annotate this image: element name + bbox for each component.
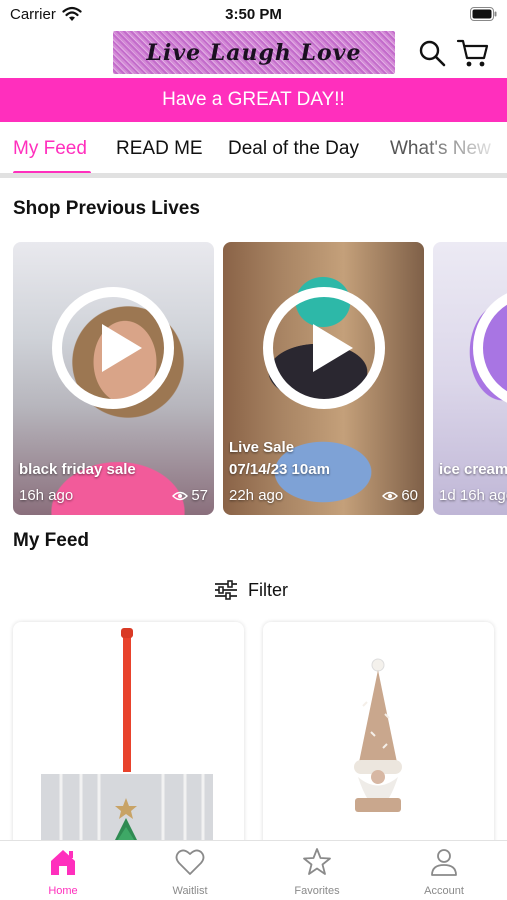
- product-card[interactable]: [13, 622, 244, 852]
- view-count: 60: [382, 487, 418, 504]
- section-title-my-feed: My Feed: [13, 530, 90, 551]
- live-title-line-2: 07/14/23 10am: [229, 461, 330, 478]
- tab-my-feed[interactable]: My Feed: [13, 138, 87, 160]
- filter-label: Filter: [248, 579, 288, 600]
- live-time-ago: 1d 16h ago: [439, 487, 507, 504]
- play-icon: [102, 324, 142, 372]
- nav-account[interactable]: Account: [381, 841, 507, 900]
- live-time-ago: 22h ago: [229, 487, 284, 504]
- product-image-gnome: [354, 658, 402, 812]
- nav-label: Account: [424, 885, 464, 897]
- tab-deal-of-the-day[interactable]: Deal of the Day: [228, 138, 359, 160]
- active-tab-indicator: [13, 171, 91, 173]
- view-count: 57: [172, 487, 208, 504]
- play-button[interactable]: [52, 287, 174, 409]
- view-count-value: 57: [191, 487, 208, 504]
- status-bar: Carrier 3:50 PM: [0, 0, 507, 28]
- filter-button[interactable]: Filter: [214, 577, 288, 603]
- store-logo[interactable]: Live Laugh Love: [113, 31, 395, 74]
- tabs-fade: [417, 122, 507, 172]
- nav-label: Favorites: [294, 885, 340, 897]
- bottom-tab-bar: Home Waitlist Favorites Account: [0, 840, 507, 900]
- live-video-card[interactable]: Live Sale 07/14/23 10am 22h ago 60: [223, 242, 424, 515]
- nav-favorites[interactable]: Favorites: [254, 841, 380, 900]
- eye-icon: [382, 491, 399, 500]
- play-icon: [313, 324, 353, 372]
- sliders-icon: [215, 580, 237, 600]
- heart-icon: [175, 849, 205, 875]
- nav-label: Home: [48, 885, 78, 897]
- clock: 3:50 PM: [225, 6, 282, 23]
- previous-lives-carousel[interactable]: black friday sale 16h ago 57 Live Sale 0…: [0, 242, 507, 516]
- product-image-ornament: [41, 628, 213, 852]
- search-icon[interactable]: [417, 38, 447, 68]
- eye-icon: [172, 491, 189, 500]
- logo-text: Live Laugh Love: [146, 39, 362, 66]
- star-icon: [303, 848, 331, 875]
- category-tabs: My Feed READ ME Deal of the Day What's N…: [0, 122, 507, 178]
- battery-icon: [470, 7, 497, 21]
- cart-icon[interactable]: [456, 37, 490, 69]
- home-icon: [51, 850, 75, 875]
- promo-banner: Have a GREAT DAY!!: [0, 78, 507, 122]
- person-icon: [431, 849, 457, 876]
- view-count-value: 60: [401, 487, 418, 504]
- play-button[interactable]: [263, 287, 385, 409]
- live-time-ago: 16h ago: [19, 487, 74, 504]
- live-title: black friday sale: [19, 461, 136, 478]
- tab-read-me[interactable]: READ ME: [116, 138, 203, 160]
- live-video-card[interactable]: ice cream 1d 16h ago: [433, 242, 507, 515]
- banner-text: Have a GREAT DAY!!: [162, 89, 345, 110]
- live-title-line-1: Live Sale: [229, 439, 295, 456]
- live-video-card[interactable]: black friday sale 16h ago 57: [13, 242, 214, 515]
- nav-waitlist[interactable]: Waitlist: [127, 841, 253, 900]
- product-card[interactable]: [263, 622, 494, 852]
- live-title: ice cream: [439, 461, 507, 478]
- section-title-previous-lives: Shop Previous Lives: [13, 198, 200, 219]
- app-header: Live Laugh Love: [0, 28, 507, 78]
- nav-label: Waitlist: [172, 885, 208, 897]
- nav-home[interactable]: Home: [0, 841, 126, 900]
